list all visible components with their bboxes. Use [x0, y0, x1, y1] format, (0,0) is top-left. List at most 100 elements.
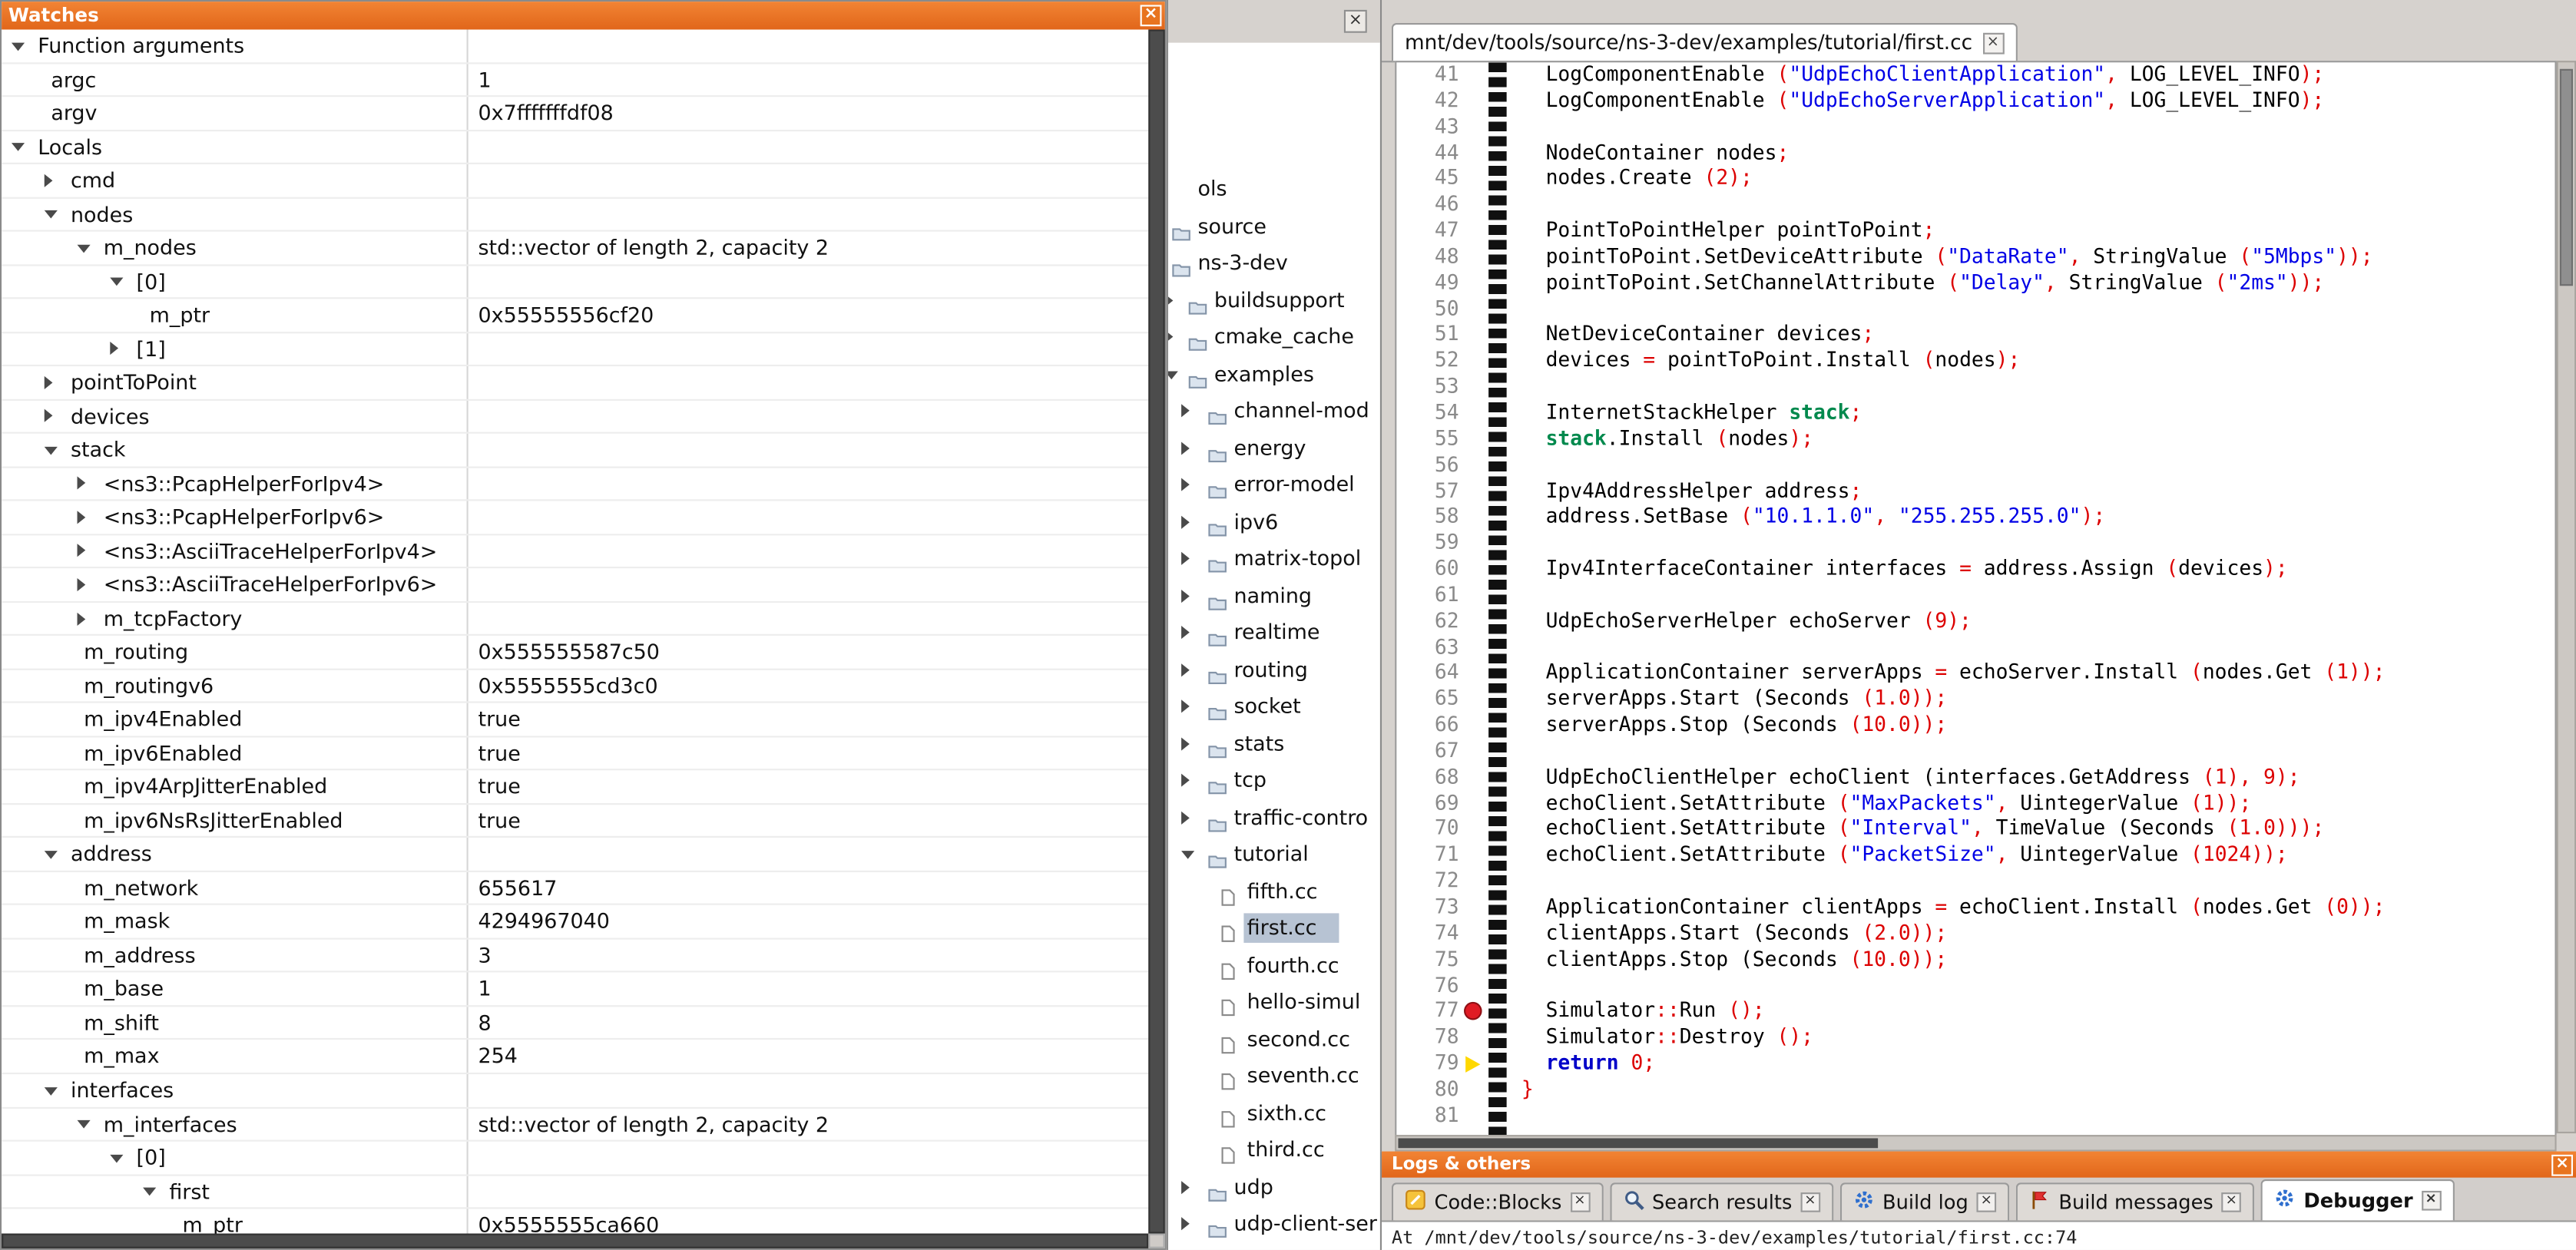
logs-close-button[interactable]: × [2551, 1155, 2573, 1176]
code-line[interactable]: 77 Simulator::Run (); [1396, 999, 2554, 1025]
logs-tab-build-messages[interactable]: Build messages× [2016, 1182, 2254, 1220]
editor-vertical-scrollbar-thumb[interactable] [2560, 69, 2573, 286]
collapse-icon[interactable] [78, 244, 91, 253]
expand-icon[interactable] [45, 376, 53, 389]
logs-tab-search-results[interactable]: Search results× [1609, 1182, 1833, 1220]
tree-item[interactable]: hello-simul [1168, 984, 1380, 1020]
expand-icon[interactable] [78, 477, 86, 490]
tree-item[interactable]: udp [1168, 1169, 1380, 1205]
watch-row[interactable]: <ns3::PcapHelperForIpv4> [2, 468, 1148, 501]
watch-row[interactable]: m_max254 [2, 1040, 1148, 1074]
code-line[interactable]: 74 clientApps.Start (Seconds (2.0)); [1396, 921, 2554, 947]
code-line[interactable]: 43 [1396, 114, 2554, 141]
code-line[interactable]: 79 return 0; [1396, 1051, 2554, 1077]
expand-icon[interactable] [78, 578, 86, 591]
code-line[interactable]: 51 NetDeviceContainer devices; [1396, 322, 2554, 349]
tree-item[interactable]: fourth.cc [1168, 947, 1380, 984]
expand-icon[interactable] [1181, 627, 1190, 640]
collapse-icon[interactable] [143, 1188, 156, 1196]
watch-row[interactable]: m_mask4294967040 [2, 906, 1148, 940]
tree-item[interactable]: ns-3-dev [1168, 245, 1380, 282]
tree-item[interactable]: ols [1168, 170, 1380, 207]
management-close-button[interactable]: × [1344, 10, 1367, 33]
expand-icon[interactable] [1181, 774, 1190, 787]
tab-close-icon[interactable]: × [1800, 1192, 1820, 1212]
tree-item[interactable]: fifth.cc [1168, 873, 1380, 910]
collapse-icon[interactable] [78, 1120, 91, 1129]
code-line[interactable]: 76 [1396, 974, 2554, 1000]
code-line[interactable]: 45 nodes.Create (2); [1396, 167, 2554, 193]
code-line[interactable]: 46 [1396, 193, 2554, 219]
expand-icon[interactable] [1167, 331, 1174, 344]
editor-vertical-scrollbar[interactable] [2557, 61, 2576, 1133]
watch-row[interactable]: m_routingv60x5555555cd3c0 [2, 670, 1148, 703]
tree-item[interactable]: seventh.cc [1168, 1058, 1380, 1095]
expand-icon[interactable] [1181, 405, 1190, 418]
collapse-icon[interactable] [45, 851, 58, 859]
code-line[interactable]: 62 UdpEchoServerHelper echoServer (9); [1396, 609, 2554, 635]
watch-row[interactable]: m_ipv4ArpJitterEnabledtrue [2, 771, 1148, 805]
logs-titlebar[interactable]: Logs & others × [1382, 1152, 2576, 1178]
code-line[interactable]: 71 echoClient.SetAttribute ("PacketSize"… [1396, 843, 2554, 869]
code-line[interactable]: 73 ApplicationContainer clientApps = ech… [1396, 895, 2554, 921]
tree-item[interactable]: tcp [1168, 762, 1380, 799]
watch-row[interactable]: m_interfacesstd::vector of length 2, cap… [2, 1108, 1148, 1142]
logs-tab-code-blocks[interactable]: Code::Blocks× [1392, 1182, 1603, 1220]
watch-row[interactable]: [0] [2, 266, 1148, 299]
watch-row[interactable]: m_shift8 [2, 1007, 1148, 1040]
breakpoint-icon[interactable] [1464, 1003, 1482, 1021]
expand-icon[interactable] [78, 511, 86, 524]
code-line[interactable]: 59 [1396, 531, 2554, 557]
tree-item[interactable]: first.cc [1168, 910, 1380, 947]
expand-icon[interactable] [45, 410, 53, 423]
watch-row[interactable]: address [2, 838, 1148, 872]
collapse-icon[interactable] [12, 42, 25, 51]
editor-tab-first-cc[interactable]: mnt/dev/tools/source/ns-3-dev/examples/t… [1392, 23, 2017, 61]
code-line[interactable]: 42 LogComponentEnable ("UdpEchoServerApp… [1396, 88, 2554, 114]
watches-close-button[interactable]: × [1141, 5, 1162, 26]
collapse-icon[interactable] [1181, 852, 1194, 860]
editor-horizontal-scrollbar-thumb[interactable] [1398, 1138, 1878, 1148]
collapse-icon[interactable] [45, 447, 58, 455]
watch-row[interactable]: <ns3::AsciiTraceHelperForIpv6> [2, 569, 1148, 603]
tree-item[interactable]: error-model [1168, 467, 1380, 504]
code-line[interactable]: 50 [1396, 296, 2554, 322]
tree-item[interactable]: routing [1168, 651, 1380, 688]
code-line[interactable]: 56 [1396, 453, 2554, 479]
watch-row[interactable]: m_ipv4Enabledtrue [2, 703, 1148, 737]
tab-close-icon[interactable]: × [2421, 1191, 2441, 1211]
logs-tab-debugger[interactable]: Debugger× [2261, 1179, 2454, 1220]
expand-icon[interactable] [1181, 478, 1190, 491]
watch-row[interactable]: m_routing0x555555587c50 [2, 636, 1148, 670]
code-line[interactable]: 80} [1396, 1077, 2554, 1103]
code-line[interactable]: 63 [1396, 635, 2554, 661]
tree-item[interactable]: udp-client-ser [1168, 1205, 1380, 1242]
code-line[interactable]: 58 address.SetBase ("10.1.1.0", "255.255… [1396, 504, 2554, 531]
expand-icon[interactable] [78, 544, 86, 557]
code-line[interactable]: 49 pointToPoint.SetChannelAttribute ("De… [1396, 270, 2554, 296]
code-line[interactable]: 47 PointToPointHelper pointToPoint; [1396, 219, 2554, 245]
tree-item[interactable]: third.cc [1168, 1132, 1380, 1169]
watch-row[interactable]: <ns3::AsciiTraceHelperForIpv4> [2, 535, 1148, 569]
code-line[interactable]: 57 Ipv4AddressHelper address; [1396, 479, 2554, 505]
tree-item[interactable]: channel-mod [1168, 392, 1380, 429]
watch-row[interactable]: m_ptr0x5555555ca660 [2, 1209, 1148, 1234]
tree-item[interactable]: wireless [1168, 1242, 1380, 1250]
watch-row[interactable]: m_tcpFactory [2, 603, 1148, 637]
code-line[interactable]: 72 [1396, 869, 2554, 895]
expand-icon[interactable] [45, 174, 53, 187]
watch-row[interactable]: m_ipv6Enabledtrue [2, 737, 1148, 771]
watch-row[interactable]: pointToPoint [2, 366, 1148, 400]
watch-row[interactable]: m_address3 [2, 939, 1148, 973]
code-line[interactable]: 48 pointToPoint.SetDeviceAttribute ("Dat… [1396, 245, 2554, 271]
collapse-icon[interactable] [110, 1154, 123, 1162]
code-line[interactable]: 55 stack.Install (nodes); [1396, 427, 2554, 453]
code-line[interactable]: 75 clientApps.Stop (Seconds (10.0)); [1396, 947, 2554, 974]
code-line[interactable]: 61 [1396, 583, 2554, 609]
collapse-icon[interactable] [12, 144, 25, 152]
expand-icon[interactable] [1167, 293, 1174, 306]
tree-item[interactable]: traffic-contro [1168, 799, 1380, 836]
watch-row[interactable]: cmd [2, 164, 1148, 198]
watches-horizontal-scrollbar[interactable] [2, 1234, 1148, 1248]
watch-row[interactable]: m_ptr0x55555556cf20 [2, 299, 1148, 333]
